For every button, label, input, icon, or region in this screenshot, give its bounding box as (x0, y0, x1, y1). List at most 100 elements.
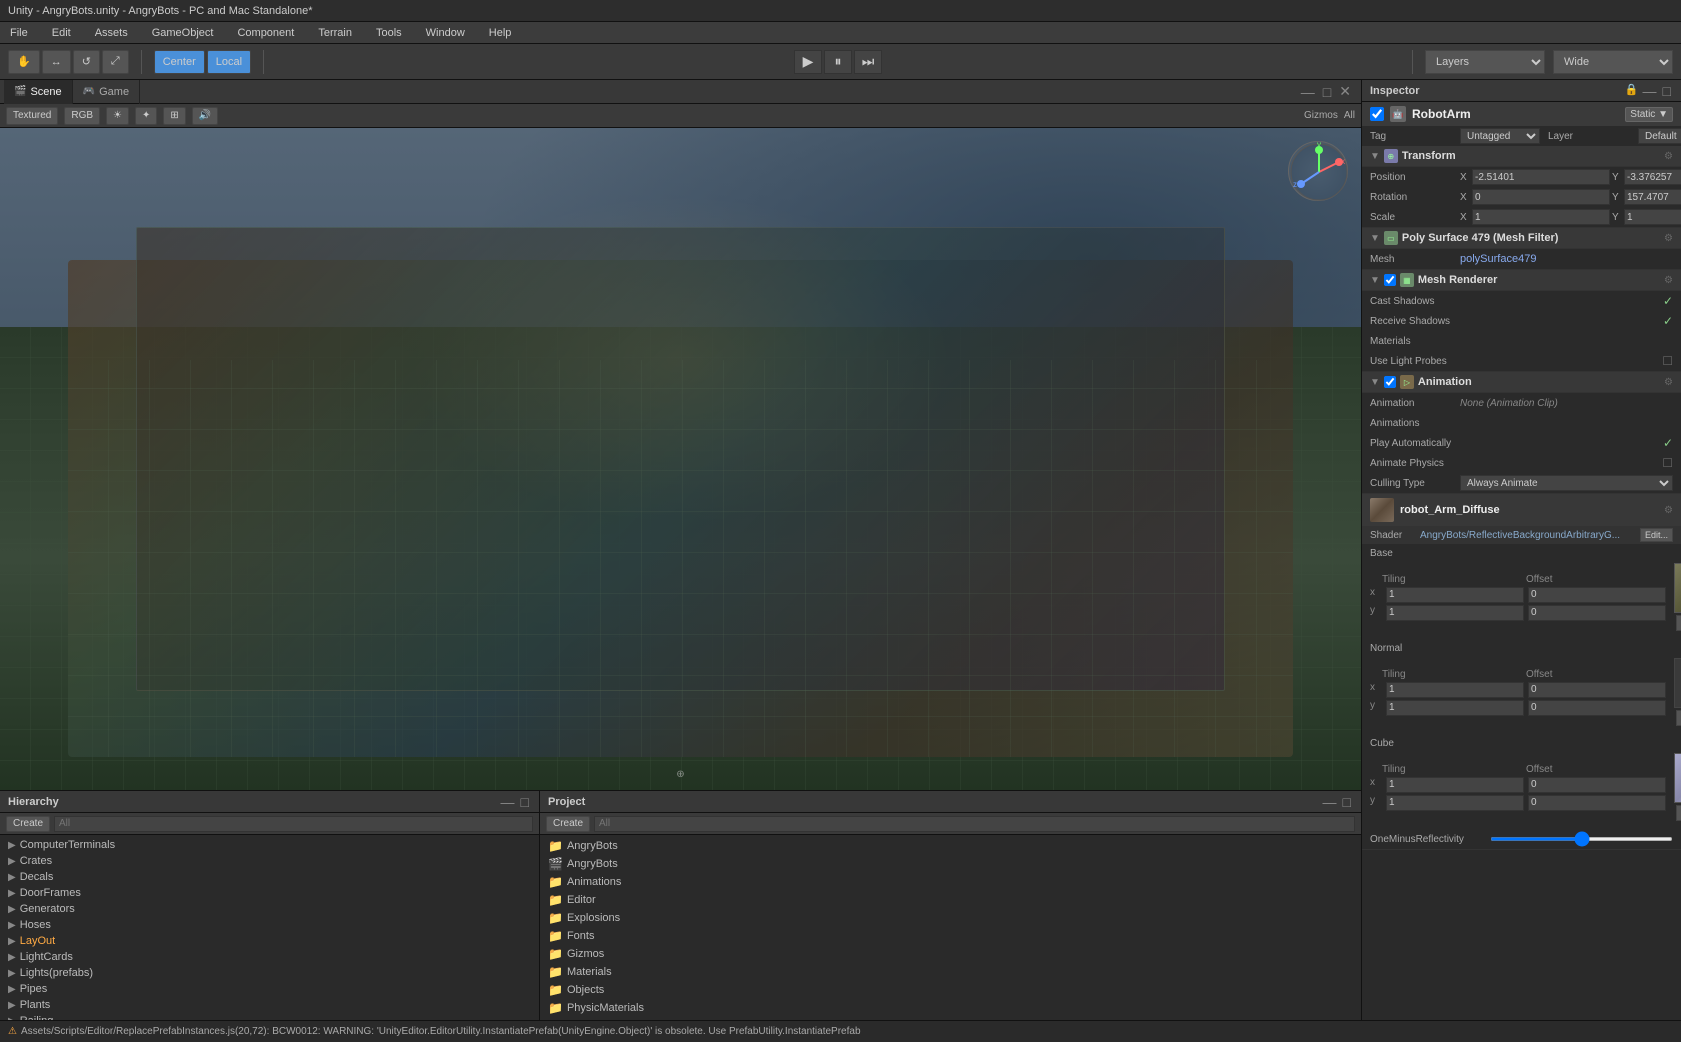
menu-gameobject[interactable]: GameObject (146, 25, 220, 41)
hand-tool[interactable]: ✋ (8, 50, 40, 74)
animation-enable[interactable] (1384, 376, 1396, 388)
one-minus-slider[interactable] (1490, 837, 1673, 841)
menu-edit[interactable]: Edit (46, 25, 77, 41)
list-item[interactable]: ▶ Crates (0, 853, 539, 869)
project-minimize[interactable]: — (1321, 794, 1339, 810)
list-item[interactable]: ▶ Pipes (0, 981, 539, 997)
mesh-renderer-enable[interactable] (1384, 274, 1396, 286)
rgb-btn[interactable]: RGB (64, 107, 100, 125)
cube-texture-thumb[interactable] (1674, 753, 1681, 803)
list-item[interactable]: ▶ Generators (0, 901, 539, 917)
shading-mode-btn[interactable]: Textured (6, 107, 58, 125)
layer-select[interactable]: Default (1638, 128, 1681, 144)
project-maximize[interactable]: □ (1341, 794, 1353, 810)
normal-y-offset-input[interactable] (1528, 700, 1666, 716)
hierarchy-create-btn[interactable]: Create (6, 816, 50, 832)
list-item[interactable]: 📁 Objects (540, 981, 1361, 999)
base-x-tiling-input[interactable] (1386, 587, 1524, 603)
list-item[interactable]: ▶ Railing (0, 1013, 539, 1020)
scene-btn1[interactable]: ⊞ (163, 107, 185, 125)
list-item[interactable]: ▶ Hoses (0, 917, 539, 933)
list-item[interactable]: 📁 Explosions (540, 909, 1361, 927)
scene-minimize-btn[interactable]: — (1299, 84, 1317, 100)
project-create-btn[interactable]: Create (546, 816, 590, 832)
list-item[interactable]: ▶ Decals (0, 869, 539, 885)
animation-gear-icon[interactable]: ⚙ (1664, 377, 1673, 388)
transform-section-header[interactable]: ▼ ⊕ Transform ⚙ (1362, 146, 1681, 167)
list-item[interactable]: ▶ LayOut (0, 933, 539, 949)
cube-select-btn[interactable]: Select (1676, 805, 1681, 821)
list-item[interactable]: 📁 AngryBots (540, 837, 1361, 855)
pos-x-input[interactable] (1472, 169, 1610, 185)
list-item[interactable]: 📁 Gizmos (540, 945, 1361, 963)
orientation-gizmo[interactable]: x y z (1283, 136, 1353, 206)
list-item[interactable]: 📁 PhysicMaterials (540, 999, 1361, 1017)
material-gear-icon[interactable]: ⚙ (1664, 505, 1673, 516)
menu-terrain[interactable]: Terrain (312, 25, 358, 41)
menu-tools[interactable]: Tools (370, 25, 408, 41)
layers-select[interactable]: Layers (1425, 50, 1545, 74)
normal-select-btn[interactable]: Select (1676, 710, 1681, 726)
object-active-checkbox[interactable] (1370, 107, 1384, 121)
menu-assets[interactable]: Assets (89, 25, 134, 41)
play-btn[interactable]: ▶ (794, 50, 822, 74)
menu-window[interactable]: Window (420, 25, 471, 41)
culling-select[interactable]: Always Animate (1460, 475, 1673, 491)
animation-section-header[interactable]: ▼ ▷ Animation ⚙ (1362, 372, 1681, 393)
base-texture-thumb[interactable] (1674, 563, 1681, 613)
mesh-filter-header[interactable]: ▼ ▭ Poly Surface 479 (Mesh Filter) ⚙ (1362, 228, 1681, 249)
list-item[interactable]: ▶ Plants (0, 997, 539, 1013)
base-select-btn[interactable]: Select (1676, 615, 1681, 631)
list-item[interactable]: 🎬 AngryBots (540, 855, 1361, 873)
cube-x-offset-input[interactable] (1528, 777, 1666, 793)
tag-select[interactable]: Untagged (1460, 128, 1540, 144)
hierarchy-content[interactable]: ▶ ComputerTerminals ▶ Crates ▶ Decals ▶ … (0, 835, 539, 1020)
normal-texture-thumb[interactable]: None (Texture) (1674, 658, 1681, 708)
base-y-tiling-input[interactable] (1386, 605, 1524, 621)
hierarchy-search[interactable] (54, 816, 533, 832)
hierarchy-minimize[interactable]: — (499, 794, 517, 810)
tab-game[interactable]: 🎮 Game (73, 80, 140, 104)
list-item[interactable]: ▶ Lights(prefabs) (0, 965, 539, 981)
transform-gear-icon[interactable]: ⚙ (1664, 151, 1673, 162)
pause-btn[interactable]: ⏸ (824, 50, 852, 74)
pivot-center-btn[interactable]: Center (154, 50, 205, 74)
menu-file[interactable]: File (4, 25, 34, 41)
menu-component[interactable]: Component (231, 25, 300, 41)
layout-select[interactable]: Wide (1553, 50, 1673, 74)
list-item[interactable]: ▶ DoorFrames (0, 885, 539, 901)
scale-y-input[interactable] (1624, 209, 1681, 225)
list-item[interactable]: ▶ ComputerTerminals (0, 837, 539, 853)
list-item[interactable]: 📁 Fonts (540, 927, 1361, 945)
rotate-tool[interactable]: ↺ (73, 50, 100, 74)
project-search[interactable] (594, 816, 1355, 832)
hierarchy-maximize[interactable]: □ (519, 794, 531, 810)
scale-x-input[interactable] (1472, 209, 1610, 225)
base-y-offset-input[interactable] (1528, 605, 1666, 621)
viewport[interactable]: x y z ⊕ (0, 128, 1361, 790)
pos-y-input[interactable] (1624, 169, 1681, 185)
mesh-filter-gear-icon[interactable]: ⚙ (1664, 233, 1673, 244)
list-item[interactable]: 📁 Materials (540, 963, 1361, 981)
list-item[interactable]: ▶ LightCards (0, 949, 539, 965)
inspector-minimize[interactable]: — (1641, 83, 1659, 99)
space-local-btn[interactable]: Local (207, 50, 251, 74)
normal-y-tiling-input[interactable] (1386, 700, 1524, 716)
mesh-renderer-gear-icon[interactable]: ⚙ (1664, 275, 1673, 286)
cube-y-tiling-input[interactable] (1386, 795, 1524, 811)
mesh-renderer-header[interactable]: ▼ ▦ Mesh Renderer ⚙ (1362, 270, 1681, 291)
scene-maximize-btn[interactable]: □ (1321, 84, 1333, 100)
fx-btn[interactable]: ✦ (135, 107, 157, 125)
lock-icon[interactable]: 🔒 (1625, 83, 1639, 99)
shader-edit-btn[interactable]: Edit... (1640, 528, 1673, 542)
rot-y-input[interactable] (1624, 189, 1681, 205)
menu-help[interactable]: Help (483, 25, 518, 41)
scene-close-btn[interactable]: ✕ (1337, 83, 1353, 100)
static-badge[interactable]: Static ▼ (1625, 107, 1673, 122)
lighting-btn[interactable]: ☀ (106, 107, 129, 125)
cube-y-offset-input[interactable] (1528, 795, 1666, 811)
inspector-maximize[interactable]: □ (1661, 83, 1673, 99)
cube-x-tiling-input[interactable] (1386, 777, 1524, 793)
normal-x-tiling-input[interactable] (1386, 682, 1524, 698)
step-btn[interactable]: ⏭ (854, 50, 882, 74)
